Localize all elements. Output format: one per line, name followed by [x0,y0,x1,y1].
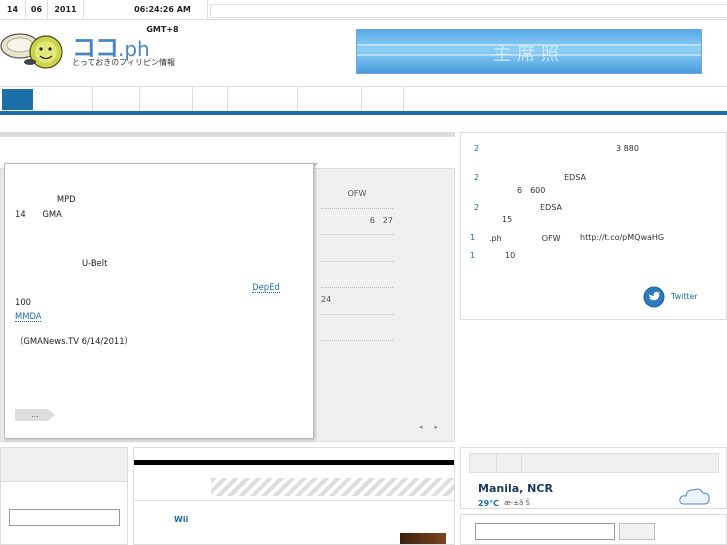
news-item[interactable] [144,530,153,543]
weather-city: Manila, NCR [478,482,553,495]
article-paragraph: U-Belt [15,257,510,268]
article-paragraph [15,231,303,246]
tweet-count: 2 [474,144,480,153]
weather-condition: æ·±ã Š [504,499,530,507]
date-day: 14 [0,0,26,20]
tweet-text: EDSA [564,173,586,182]
deped-link[interactable]: DepEd [252,282,280,293]
nav-item[interactable] [362,87,404,112]
section-divider [0,132,455,137]
weather-temp: 29°C [478,499,500,508]
weather-tab[interactable] [496,454,522,472]
divider [134,500,454,501]
news-link-wii[interactable]: Wii [174,515,188,524]
search-widget [460,514,727,545]
article-text [15,282,250,292]
widget-input[interactable] [9,509,120,526]
sidebar-widget [0,447,128,545]
tweet-text: 3 880 [616,144,639,153]
cloud-icon [679,488,710,505]
article-paragraph: DepEd 100 MMDA [15,280,303,324]
tweet-count: 2 [474,173,480,182]
clock: 06:24:26 AM GMT+8 [118,0,208,34]
tweet-text: EDSA [540,203,562,212]
tweet-link[interactable]: http://t.co/pMQwaHG [580,233,664,242]
nav-item[interactable] [93,87,140,112]
popup-corner [313,163,318,168]
article-source: （GMANews.TV 6/14/2011） [15,335,133,346]
topbar-strip [210,4,727,18]
search-button[interactable] [619,523,655,540]
weather-tabs [469,453,719,473]
date-year: 2011 [48,0,84,20]
nav-item[interactable] [140,87,193,112]
date-month: 06 [26,0,48,20]
nav-underline [0,111,727,115]
tweet-text: 6 600 [517,186,546,195]
article-popup: MPD 14 GMA U-Belt DepEd 100 MMDA （GMANew… [4,163,510,439]
search-input[interactable] [475,523,615,540]
banner-ad[interactable]: 主席照 [356,29,702,74]
nav-item-home[interactable] [2,89,33,110]
news-section: Wii [133,447,455,545]
article-paragraph: MPD 14 GMA [15,194,445,219]
article-text [44,311,295,321]
twitter-feed: 2 3 880 2 EDSA 6 600 2 EDSA 15 1 .ph OFW… [460,132,727,320]
twitter-bird-icon [643,286,665,308]
read-more-button[interactable]: … [15,409,55,421]
tweet-text: 10 [505,251,516,260]
weather-widget: Manila, NCR 29°C æ·±ã Š [460,447,727,509]
headline-item[interactable]: 24 [321,295,393,315]
nav-item[interactable] [36,87,93,112]
headline-item[interactable] [321,321,393,341]
site-logo[interactable]: ココ.ph とっておきのフィリピン情報 [0,26,200,72]
twitter-follow-link[interactable]: Twitter [643,286,723,308]
main-nav [0,86,727,112]
tweet-count: 1 [470,233,476,242]
news-thumbnail[interactable] [400,533,446,544]
lime-coconut-icon [0,33,63,69]
banner-text: 主席照 [493,44,565,65]
tweet-text: .ph OFW [489,234,561,243]
nav-item[interactable] [228,87,298,112]
nav-item[interactable] [193,87,228,112]
section-title-bar [211,478,454,496]
tweet-count: 2 [474,203,480,212]
widget-header [1,448,127,482]
slider-arrows[interactable]: ◂▸ [419,423,450,431]
twitter-label: Twitter [671,292,698,301]
headline-item[interactable]: 6 27 [321,215,393,235]
tweet-text: 15 [502,215,513,224]
date-bar: 14 06 2011 06:24:26 AM GMT+8 [0,0,727,34]
logo-tagline: とっておきのフィリピン情報 [72,58,175,67]
tweet-count: 1 [470,251,476,260]
mmda-link[interactable]: MMDA [15,311,42,322]
nav-item[interactable] [298,87,362,112]
section-header-line [134,460,454,465]
